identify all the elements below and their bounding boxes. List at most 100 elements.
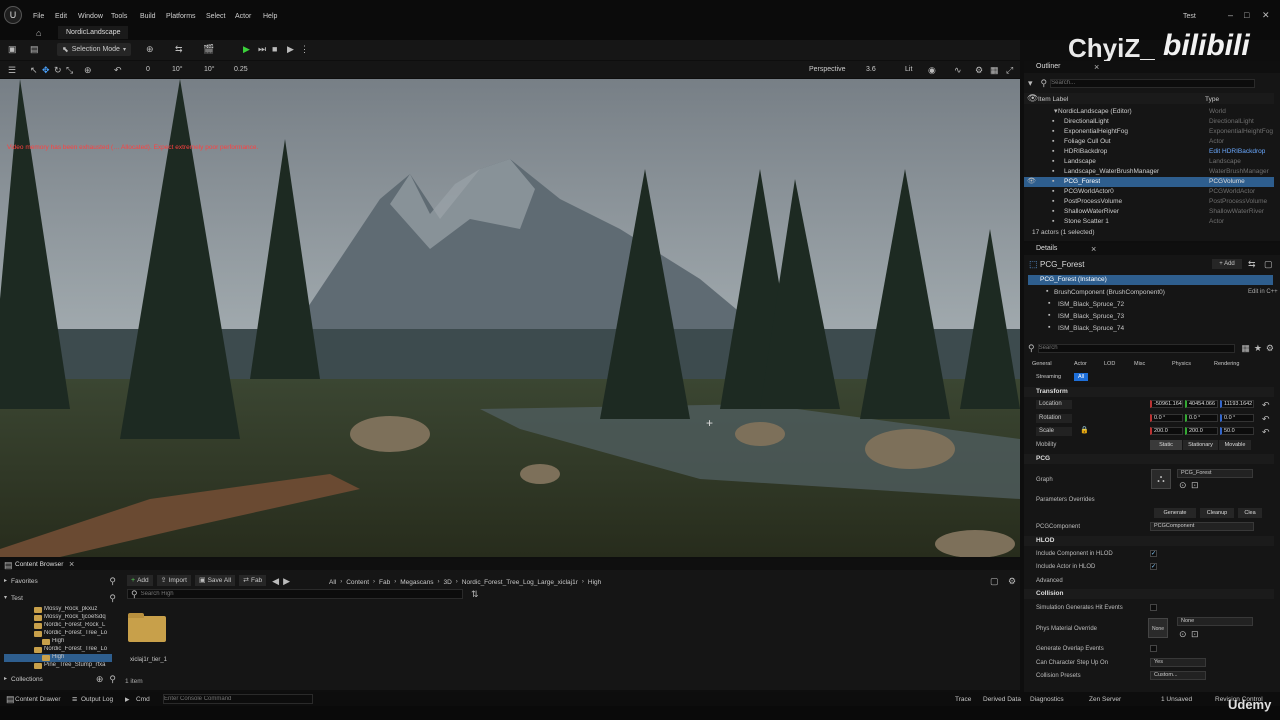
component-row[interactable]: ▪ ISM_Black_Spruce_73 — [1028, 311, 1273, 321]
step-up-dropdown[interactable]: Yes — [1150, 658, 1206, 667]
menu-tools[interactable]: Tools — [111, 13, 127, 20]
menu-edit[interactable]: Edit — [55, 13, 67, 20]
sim-hit-events-checkbox[interactable] — [1150, 604, 1157, 611]
lock-icon[interactable]: ▢ — [990, 576, 999, 586]
close-tab-icon[interactable]: × — [69, 559, 74, 569]
scale-tool-icon[interactable]: ⤡ — [66, 65, 73, 75]
advanced-toggle[interactable]: Advanced — [1036, 578, 1063, 584]
output-log-button[interactable]: Output Log — [81, 696, 113, 703]
include-actor-hlod-checkbox[interactable]: ✓ — [1150, 563, 1157, 570]
outliner-row[interactable]: ▪ Stone Scatter 1 Actor — [1024, 217, 1274, 227]
console-input[interactable] — [163, 694, 313, 704]
include-component-hlod-checkbox[interactable]: ✓ — [1150, 550, 1157, 557]
reset-arrow-icon[interactable]: ↶ — [1262, 400, 1270, 410]
settings-gear-icon[interactable]: ⚙ — [975, 65, 983, 75]
filter-icon[interactable]: ▾ — [1028, 78, 1033, 88]
layout-icon[interactable]: ▦ — [990, 65, 999, 75]
location-dropdown[interactable]: Location — [1036, 400, 1072, 409]
menu-select[interactable]: Select — [206, 13, 225, 20]
settings-gear-icon[interactable]: ⚙ — [1008, 576, 1016, 586]
show-flags-icon[interactable]: ◉ — [928, 65, 936, 75]
instance-row[interactable]: PCG_Forest (Instance) — [1028, 275, 1273, 285]
transform-section[interactable]: Transform — [1024, 387, 1274, 397]
scale-x[interactable]: 200.0 — [1150, 427, 1183, 435]
filter-tab[interactable]: Misc — [1134, 361, 1145, 367]
breadcrumb-item[interactable]: Fab — [379, 579, 390, 586]
outliner-row[interactable]: ▪ PostProcessVolume PostProcessVolume — [1024, 197, 1274, 207]
menu-build[interactable]: Build — [140, 13, 156, 20]
performance-icon[interactable]: ∿ — [954, 65, 962, 75]
filter-tab[interactable]: LOD — [1104, 361, 1115, 367]
rotation-y[interactable]: 0.0 ° — [1185, 414, 1218, 422]
rotation-z[interactable]: 0.0 ° — [1220, 414, 1254, 422]
filter-tab[interactable]: Rendering — [1214, 361, 1239, 367]
grid-snap-value[interactable]: 0 — [146, 66, 150, 73]
folder-tree-item[interactable]: High — [4, 654, 112, 662]
select-tool-icon[interactable]: ↖ — [30, 65, 38, 75]
forward-icon[interactable]: ▶ — [283, 576, 290, 586]
pcg-section[interactable]: PCG — [1024, 454, 1274, 464]
graph-dropdown[interactable]: PCG_Forest — [1177, 469, 1253, 478]
menu-window[interactable]: Window — [78, 13, 103, 20]
zen-server-button[interactable]: Zen Server — [1089, 696, 1121, 703]
generate-button[interactable]: Generate — [1154, 508, 1196, 518]
favorite-star-icon[interactable]: ★ — [1254, 343, 1262, 353]
menu-platforms[interactable]: Platforms — [166, 13, 196, 20]
rotation-dropdown[interactable]: Rotation — [1036, 414, 1072, 423]
menu-help[interactable]: Help — [263, 13, 277, 20]
home-icon[interactable]: ⌂ — [36, 28, 41, 38]
search-icon[interactable]: ⚲ — [109, 674, 116, 684]
scale-z[interactable]: 50.0 — [1220, 427, 1254, 435]
import-button[interactable]: ⇪ Import — [156, 575, 191, 586]
mobility-stationary[interactable]: Stationary — [1183, 440, 1218, 450]
breadcrumb-item[interactable]: Megascans — [400, 579, 433, 586]
save-all-button[interactable]: ▣ Save All — [194, 575, 236, 586]
stop-icon[interactable]: ■ — [272, 44, 277, 54]
browse-icon[interactable]: ⊙ — [1179, 480, 1187, 490]
rotation-x[interactable]: 0.0 ° — [1150, 414, 1183, 422]
close-tab-icon[interactable]: × — [1094, 62, 1099, 72]
filter-icon[interactable]: ⇅ — [471, 589, 479, 599]
breadcrumb-item[interactable]: Nordic_Forest_Tree_Log_Large_xiclaj1r — [462, 579, 578, 586]
menu-actor[interactable]: Actor — [235, 13, 251, 20]
overlap-events-checkbox[interactable] — [1150, 645, 1157, 652]
more-icon[interactable]: ⋮ — [300, 44, 309, 54]
mobility-static[interactable]: Static — [1150, 440, 1182, 450]
surface-snap-icon[interactable]: ↶ — [114, 65, 122, 75]
outliner-row[interactable]: ▪ PCGWorldActor0 PCGWorldActor — [1024, 187, 1274, 197]
play-icon[interactable]: ▶ — [243, 44, 250, 54]
outliner-row[interactable]: ▪ Landscape_WaterBrushManager WaterBrushMa… — [1024, 167, 1274, 177]
close-tab-icon[interactable]: × — [1091, 244, 1096, 254]
lock-icon[interactable]: ▢ — [1264, 259, 1273, 269]
phys-material-thumbnail[interactable]: None — [1148, 618, 1168, 638]
location-x[interactable]: -50961.164 — [1150, 400, 1183, 408]
rot-snap-value-2[interactable]: 10° — [204, 66, 215, 73]
move-tool-icon[interactable]: ✥ — [42, 65, 50, 75]
reset-arrow-icon[interactable]: ↶ — [1262, 427, 1270, 437]
back-icon[interactable]: ◀ — [272, 576, 279, 586]
filter-tab[interactable]: General — [1032, 361, 1052, 367]
collections-row[interactable]: ▸ Collections ⊕ ⚲ — [4, 674, 116, 684]
use-selected-icon[interactable]: ⊡ — [1191, 629, 1199, 639]
collision-presets-dropdown[interactable]: Custom... — [1150, 671, 1206, 680]
menu-file[interactable]: File — [33, 13, 44, 20]
close-icon[interactable]: ✕ — [1262, 10, 1270, 20]
world-space-icon[interactable]: ⊕ — [84, 65, 92, 75]
blueprint-icon[interactable]: ⇆ — [175, 44, 183, 54]
outliner-row[interactable]: ▪ Landscape Landscape — [1024, 157, 1274, 167]
outliner-row[interactable]: ▪ HDRIBackdrop Edit HDRIBackdrop — [1024, 147, 1274, 157]
reset-arrow-icon[interactable]: ↶ — [1262, 414, 1270, 424]
hlod-section[interactable]: HLOD — [1024, 536, 1274, 546]
settings-gear-icon[interactable]: ⚙ — [1266, 343, 1274, 353]
collision-presets-label[interactable]: Collision Presets — [1036, 673, 1081, 679]
tree-root-row[interactable]: ▾ Test ⚲ — [4, 593, 116, 603]
folder-asset[interactable] — [127, 612, 167, 642]
location-y[interactable]: 40454.066 — [1185, 400, 1218, 408]
minimize-icon[interactable]: – — [1228, 10, 1233, 20]
level-viewport[interactable]: Video memory has been exhausted (… Alloc… — [0, 79, 1020, 557]
component-row[interactable]: ▪ BrushComponent (BrushComponent0) Edit in… — [1028, 287, 1278, 297]
folder-tree-item[interactable]: Pine_Tree_Stump_rfxa — [4, 662, 112, 670]
add-button[interactable]: + Add — [127, 575, 153, 586]
folder-tree-item[interactable]: High — [4, 638, 112, 646]
actor-name[interactable]: PCG_Forest — [1040, 260, 1084, 269]
